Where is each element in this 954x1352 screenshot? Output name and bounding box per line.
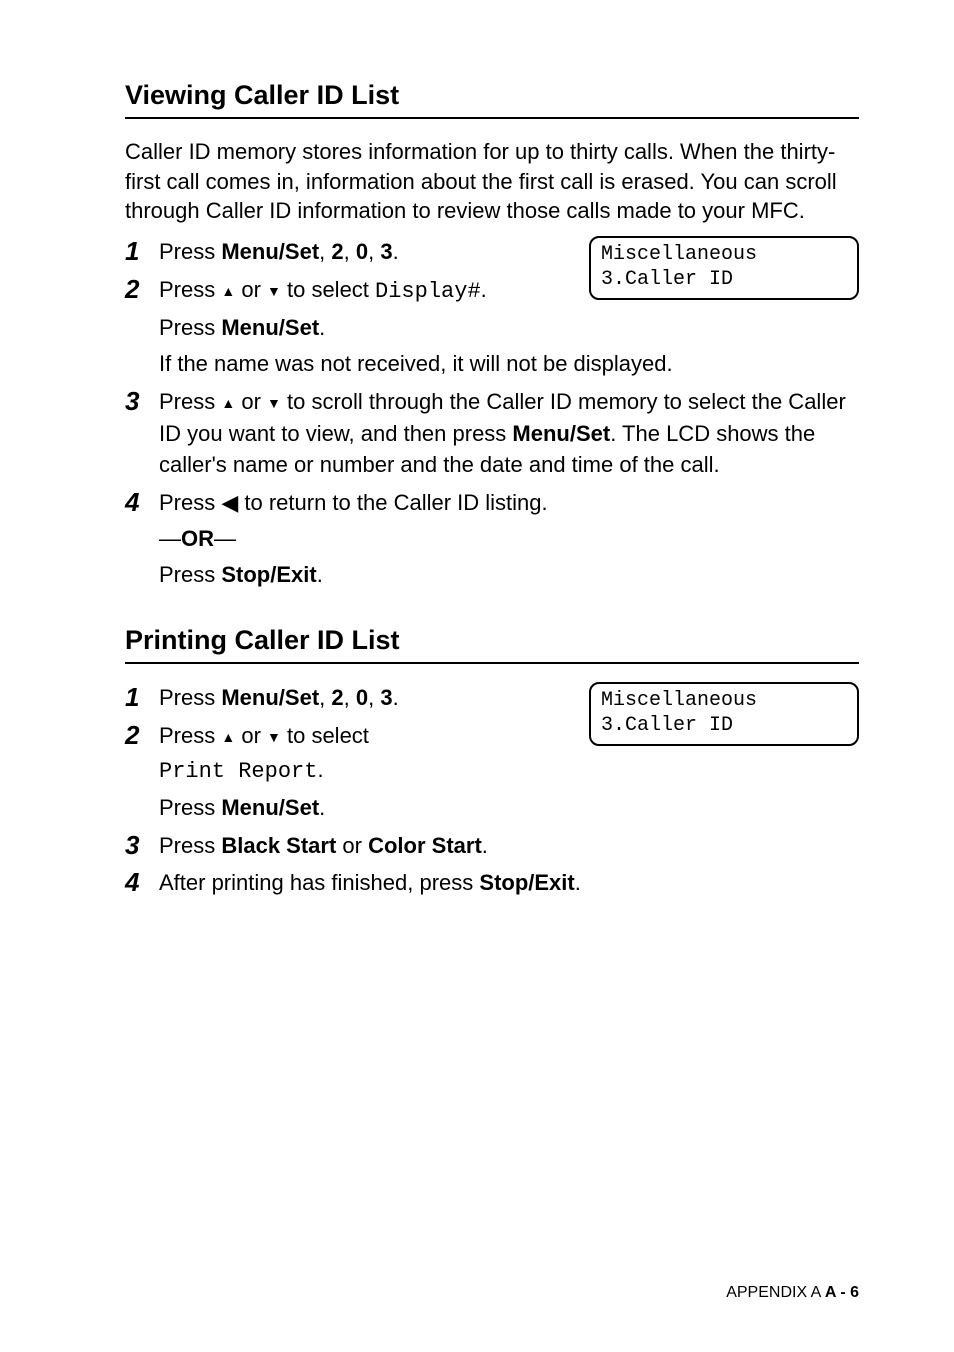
step-2-line3: If the name was not received, it will no… (159, 348, 859, 380)
up-icon: ▲ (221, 281, 235, 301)
section-heading-viewing: Viewing Caller ID List (125, 80, 859, 119)
up-icon: ▲ (221, 393, 235, 413)
step-1-line: Press Menu/Set, 2, 0, 3. (159, 236, 579, 268)
step-4-text: Press ◀ to return to the Caller ID listi… (159, 487, 859, 591)
step-2-inline: 2 Press ▲ or ▼ to select Display#. (159, 274, 579, 308)
step-2-line2: Press Menu/Set. (159, 312, 859, 344)
left-icon: ◀ (221, 490, 238, 515)
lcd-display: Miscellaneous 3.Caller ID (589, 682, 859, 746)
step-number: 4 (125, 867, 159, 898)
step-number: 3 (125, 386, 159, 417)
down-icon: ▼ (267, 727, 281, 747)
step-number: 1 (125, 236, 159, 267)
step-number: 2 (125, 720, 159, 751)
steps-list-printing: 1 Press Menu/Set, 2, 0, 3. 2 Press ▲ or … (125, 682, 859, 899)
lcd-display: Miscellaneous 3.Caller ID (589, 236, 859, 300)
section-heading-printing: Printing Caller ID List (125, 625, 859, 664)
step-number: 2 (125, 274, 159, 305)
page-footer: APPENDIX A A - 6 (726, 1284, 859, 1302)
p-step-2-line2: Press Menu/Set. (159, 792, 859, 824)
up-icon: ▲ (221, 727, 235, 747)
down-icon: ▼ (267, 393, 281, 413)
p-step-2-inline: 2 Press ▲ or ▼ to select Print Report. (159, 720, 579, 788)
p-step-4-text: After printing has finished, press Stop/… (159, 867, 859, 899)
p-step-1-line: Press Menu/Set, 2, 0, 3. (159, 682, 579, 714)
intro-paragraph: Caller ID memory stores information for … (125, 137, 859, 226)
step-3-text: Press ▲ or ▼ to scroll through the Calle… (159, 386, 859, 482)
steps-list-viewing: 1 Press Menu/Set, 2, 0, 3. 2 Press ▲ or … (125, 236, 859, 591)
step-number: 4 (125, 487, 159, 518)
down-icon: ▼ (267, 281, 281, 301)
step-number: 1 (125, 682, 159, 713)
p-step-3-text: Press Black Start or Color Start. (159, 830, 859, 862)
step-number: 3 (125, 830, 159, 861)
